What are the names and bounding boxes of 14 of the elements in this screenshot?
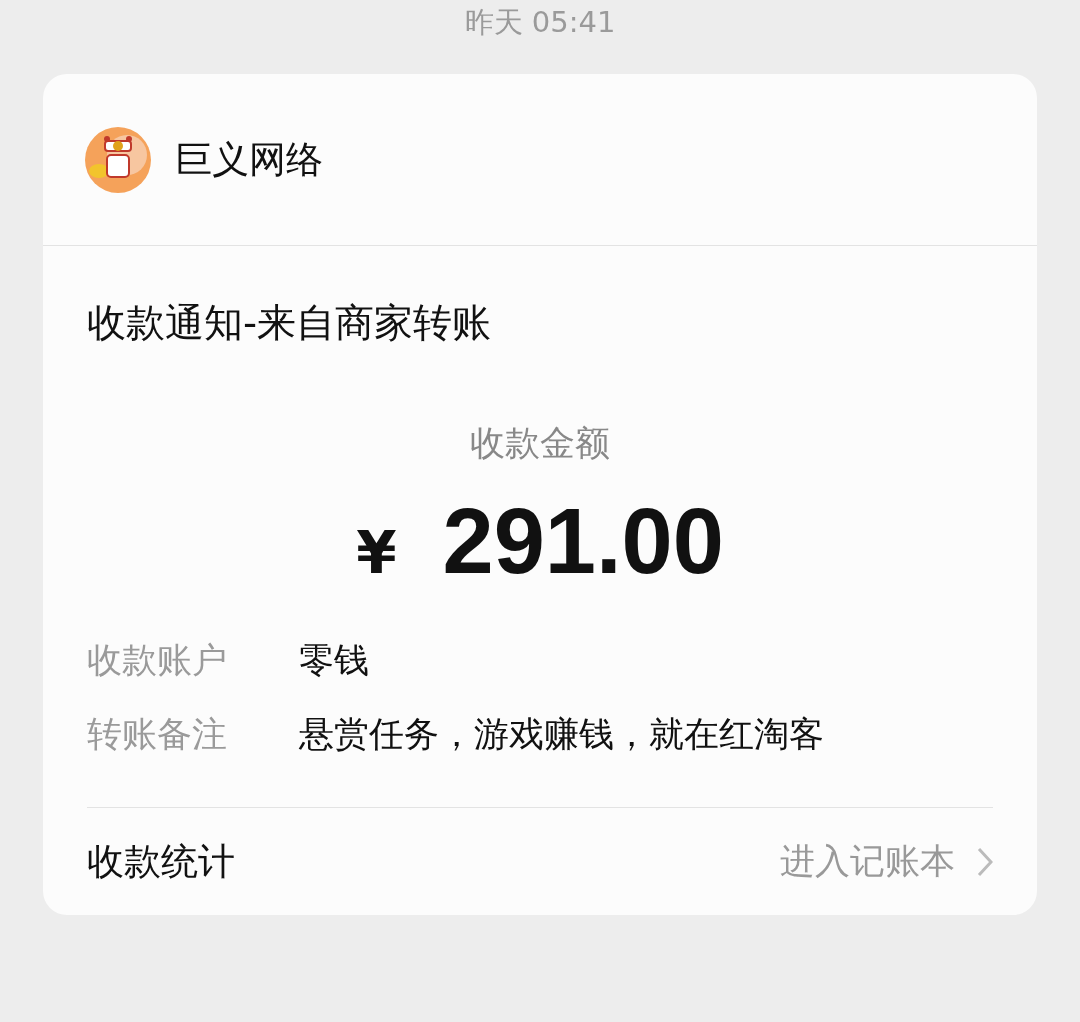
chevron-right-icon[interactable] bbox=[977, 846, 993, 877]
merchant-name: 巨义网络 bbox=[175, 136, 323, 183]
ledger-link[interactable]: 进入记账本 bbox=[780, 835, 955, 888]
merchant-logo-icon bbox=[85, 126, 151, 193]
detail-value: 悬赏任务，游戏赚钱，就在红淘客 bbox=[299, 713, 824, 756]
notification-title: 收款通知-来自商家转账 bbox=[87, 299, 493, 347]
timestamp: 昨天 05:41 bbox=[464, 4, 616, 40]
detail-label: 转账备注 bbox=[87, 713, 228, 756]
stats-label: 收款统计 bbox=[87, 838, 235, 885]
detail-label: 收款账户 bbox=[87, 639, 228, 682]
currency-symbol: ¥ bbox=[356, 518, 397, 589]
payment-amount: 291.00 bbox=[442, 491, 724, 591]
detail-value: 零钱 bbox=[299, 639, 369, 682]
amount-label: 收款金额 bbox=[470, 422, 610, 465]
